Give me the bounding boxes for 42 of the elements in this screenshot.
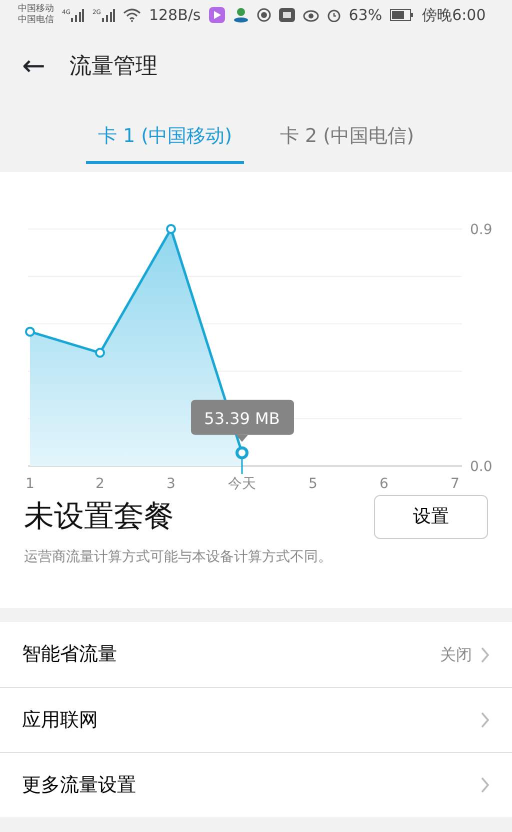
- data-point: [166, 224, 176, 234]
- battery-icon: [390, 9, 414, 21]
- selected-point-marker: [236, 446, 248, 474]
- tooltip-value: 53.39 MB: [204, 408, 280, 428]
- alarm-icon: [326, 8, 341, 22]
- x-tick-label: 3: [166, 476, 176, 492]
- back-button[interactable]: ←: [22, 52, 46, 80]
- app-icon: [232, 7, 249, 23]
- settings-button[interactable]: 设置: [374, 494, 488, 538]
- signal-icon: [100, 8, 115, 22]
- y-tick-label: 0.0: [470, 459, 492, 475]
- row-label: 更多流量设置: [22, 772, 136, 798]
- app-icon: [256, 8, 271, 22]
- chevron-icon: [480, 776, 490, 794]
- carrier-label: 中国移动: [18, 4, 54, 14]
- y-tick-label: 0.9: [470, 222, 492, 238]
- x-tick-label: 今天: [228, 476, 256, 492]
- x-tick-label: 1: [26, 476, 34, 492]
- carrier-label: 中国电信: [18, 15, 54, 26]
- video-app-icon: [208, 7, 225, 23]
- data-point: [95, 348, 105, 358]
- x-tick-label: 2: [96, 476, 104, 492]
- eye-icon: [302, 8, 319, 22]
- sim-tab[interactable]: 卡 2 (中国电信): [268, 116, 426, 164]
- chevron-icon: [480, 646, 490, 664]
- network-speed: 128B/s: [148, 4, 201, 26]
- x-tick-label: 5: [308, 476, 318, 492]
- plan-status: 未设置套餐: [24, 498, 174, 536]
- data-point: [25, 326, 35, 337]
- row-value: 关闭: [440, 644, 472, 666]
- x-tick-label: 7: [450, 476, 460, 492]
- row-label: 智能省流量: [22, 642, 117, 668]
- page-title: 流量管理: [69, 52, 158, 80]
- x-tick-label: 6: [380, 476, 388, 492]
- chevron-icon: [480, 711, 490, 729]
- clock-time: 傍晚6:00: [422, 4, 486, 26]
- wifi-icon: [122, 8, 141, 22]
- battery-percent: 63%: [348, 4, 382, 26]
- carrier-note: 运营商流量计算方式可能与本设备计算方式不同。: [24, 548, 333, 567]
- hd-icon: [278, 8, 295, 22]
- row-label: 应用联网: [22, 708, 98, 733]
- signal-icon: [70, 8, 84, 22]
